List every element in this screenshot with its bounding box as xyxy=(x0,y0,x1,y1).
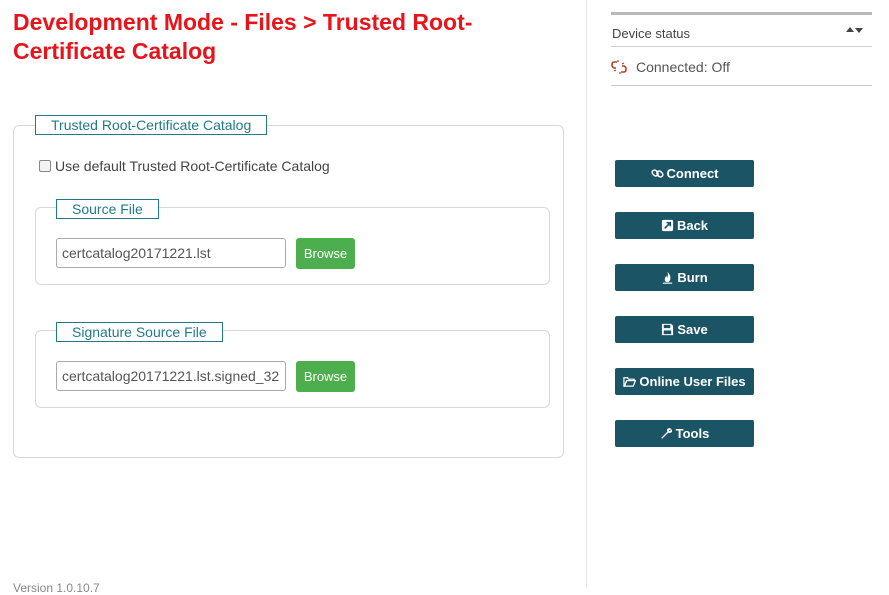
source-file-fieldset: Source File Browse xyxy=(35,199,550,285)
signature-file-fieldset: Signature Source File Browse xyxy=(35,322,550,408)
folder-open-icon xyxy=(623,377,637,387)
save-button[interactable]: Save xyxy=(615,316,754,343)
back-icon xyxy=(661,219,674,232)
unlink-icon xyxy=(611,60,627,74)
device-status-title: Device status xyxy=(612,26,691,41)
source-file-input[interactable] xyxy=(56,238,286,268)
use-default-label: Use default Trusted Root-Certificate Cat… xyxy=(55,158,330,174)
burn-label: Burn xyxy=(677,270,708,285)
device-status-panel: Device status Connected: Off xyxy=(611,12,872,86)
back-label: Back xyxy=(676,218,709,233)
signature-file-legend: Signature Source File xyxy=(56,322,223,342)
wrench-icon xyxy=(661,428,672,439)
connection-status-text: Connected: Off xyxy=(636,59,730,75)
collapse-toggle-icon[interactable] xyxy=(844,25,864,35)
save-icon xyxy=(662,323,674,336)
catalog-legend: Trusted Root-Certificate Catalog xyxy=(35,115,268,135)
tools-button[interactable]: Tools xyxy=(615,420,754,447)
back-button[interactable]: Back xyxy=(615,212,754,239)
online-user-files-label: Online User Files xyxy=(639,374,746,389)
tools-label: Tools xyxy=(675,426,710,441)
use-default-checkbox[interactable] xyxy=(39,160,51,172)
connection-status: Connected: Off xyxy=(611,59,730,75)
signature-browse-button[interactable]: Browse xyxy=(296,361,355,392)
burn-button[interactable]: Burn xyxy=(615,264,754,291)
save-label: Save xyxy=(677,322,708,337)
online-user-files-button[interactable]: Online User Files xyxy=(615,368,754,395)
use-default-row[interactable]: Use default Trusted Root-Certificate Cat… xyxy=(39,158,330,174)
source-browse-button[interactable]: Browse xyxy=(296,238,355,269)
page-title: Development Mode - Files > Trusted Root-… xyxy=(13,9,473,64)
right-sidebar: Device status Connected: Off Connect Bac… xyxy=(586,0,889,587)
main-content: Development Mode - Files > Trusted Root-… xyxy=(0,0,586,595)
catalog-fieldset: Trusted Root-Certificate Catalog Use def… xyxy=(13,115,564,458)
connect-label: Connect xyxy=(666,166,719,181)
device-status-header: Device status xyxy=(611,15,872,47)
connect-button[interactable]: Connect xyxy=(615,160,754,187)
link-icon xyxy=(650,169,664,178)
signature-file-input[interactable] xyxy=(56,361,286,391)
source-file-legend: Source File xyxy=(56,199,159,219)
flame-icon xyxy=(663,271,673,284)
version-text: Version 1.0.10.7 xyxy=(13,581,100,595)
